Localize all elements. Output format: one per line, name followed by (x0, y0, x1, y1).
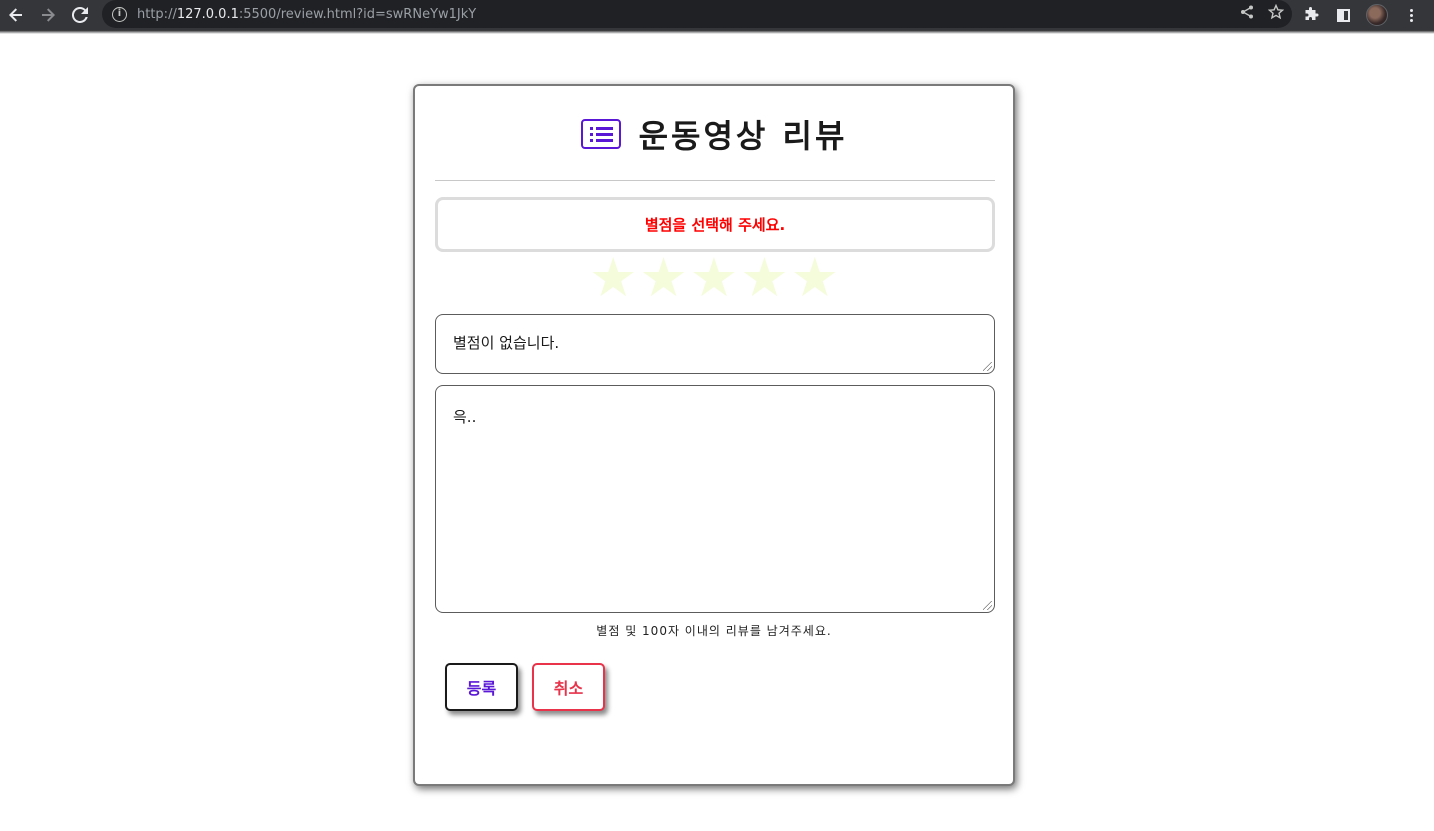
address-bar[interactable]: i http://127.0.0.1:5500/review.html?id=s… (102, 0, 1292, 28)
url-text[interactable]: http://127.0.0.1:5500/review.html?id=swR… (137, 7, 476, 22)
rating-summary-field[interactable]: 별점이 없습니다. (435, 314, 995, 374)
bookmark-star-icon[interactable] (1267, 3, 1285, 24)
site-info-icon[interactable]: i (112, 6, 127, 22)
rating-message: 별점을 선택해 주세요. (644, 216, 786, 234)
back-arrow-icon[interactable] (0, 0, 32, 30)
toolbar-shadow (0, 30, 1434, 34)
cancel-button[interactable]: 취소 (532, 663, 605, 711)
review-header: 운동영상 리뷰 (415, 112, 1013, 156)
header-divider (435, 180, 995, 181)
submit-button[interactable]: 등록 (445, 663, 518, 711)
rating-prompt-box: 별점을 선택해 주세요. (435, 197, 995, 252)
star-rating[interactable]: ★ ★ ★ ★ ★ (415, 251, 1013, 305)
review-content-value: 윽.. (453, 408, 477, 426)
reload-icon[interactable] (64, 0, 96, 30)
menu-dots-icon[interactable] (1402, 6, 1420, 24)
star-icon[interactable]: ★ (740, 251, 788, 305)
list-icon (580, 119, 621, 149)
star-icon[interactable]: ★ (791, 251, 839, 305)
share-icon[interactable] (1240, 5, 1254, 23)
review-card: 운동영상 리뷰 별점을 선택해 주세요. ★ ★ ★ ★ ★ 별점이 없습니다. 윽..… (413, 84, 1015, 786)
rating-summary-value: 별점이 없습니다. (453, 334, 560, 352)
page-title: 운동영상 리뷰 (638, 117, 848, 155)
review-hint: 별점 및 100자 이내의 리뷰를 남겨주세요. (596, 624, 832, 638)
forward-arrow-icon[interactable] (32, 0, 64, 30)
extensions-puzzle-icon[interactable] (1302, 6, 1320, 24)
profile-avatar[interactable] (1366, 4, 1388, 26)
review-content-textarea[interactable]: 윽.. (435, 385, 995, 613)
star-icon[interactable]: ★ (639, 251, 687, 305)
star-icon[interactable]: ★ (690, 251, 738, 305)
browser-toolbar: i http://127.0.0.1:5500/review.html?id=s… (0, 0, 1434, 30)
resize-grip[interactable] (983, 362, 992, 371)
star-icon[interactable]: ★ (589, 251, 637, 305)
resize-grip[interactable] (983, 601, 992, 610)
side-panel-icon[interactable] (1334, 6, 1352, 24)
